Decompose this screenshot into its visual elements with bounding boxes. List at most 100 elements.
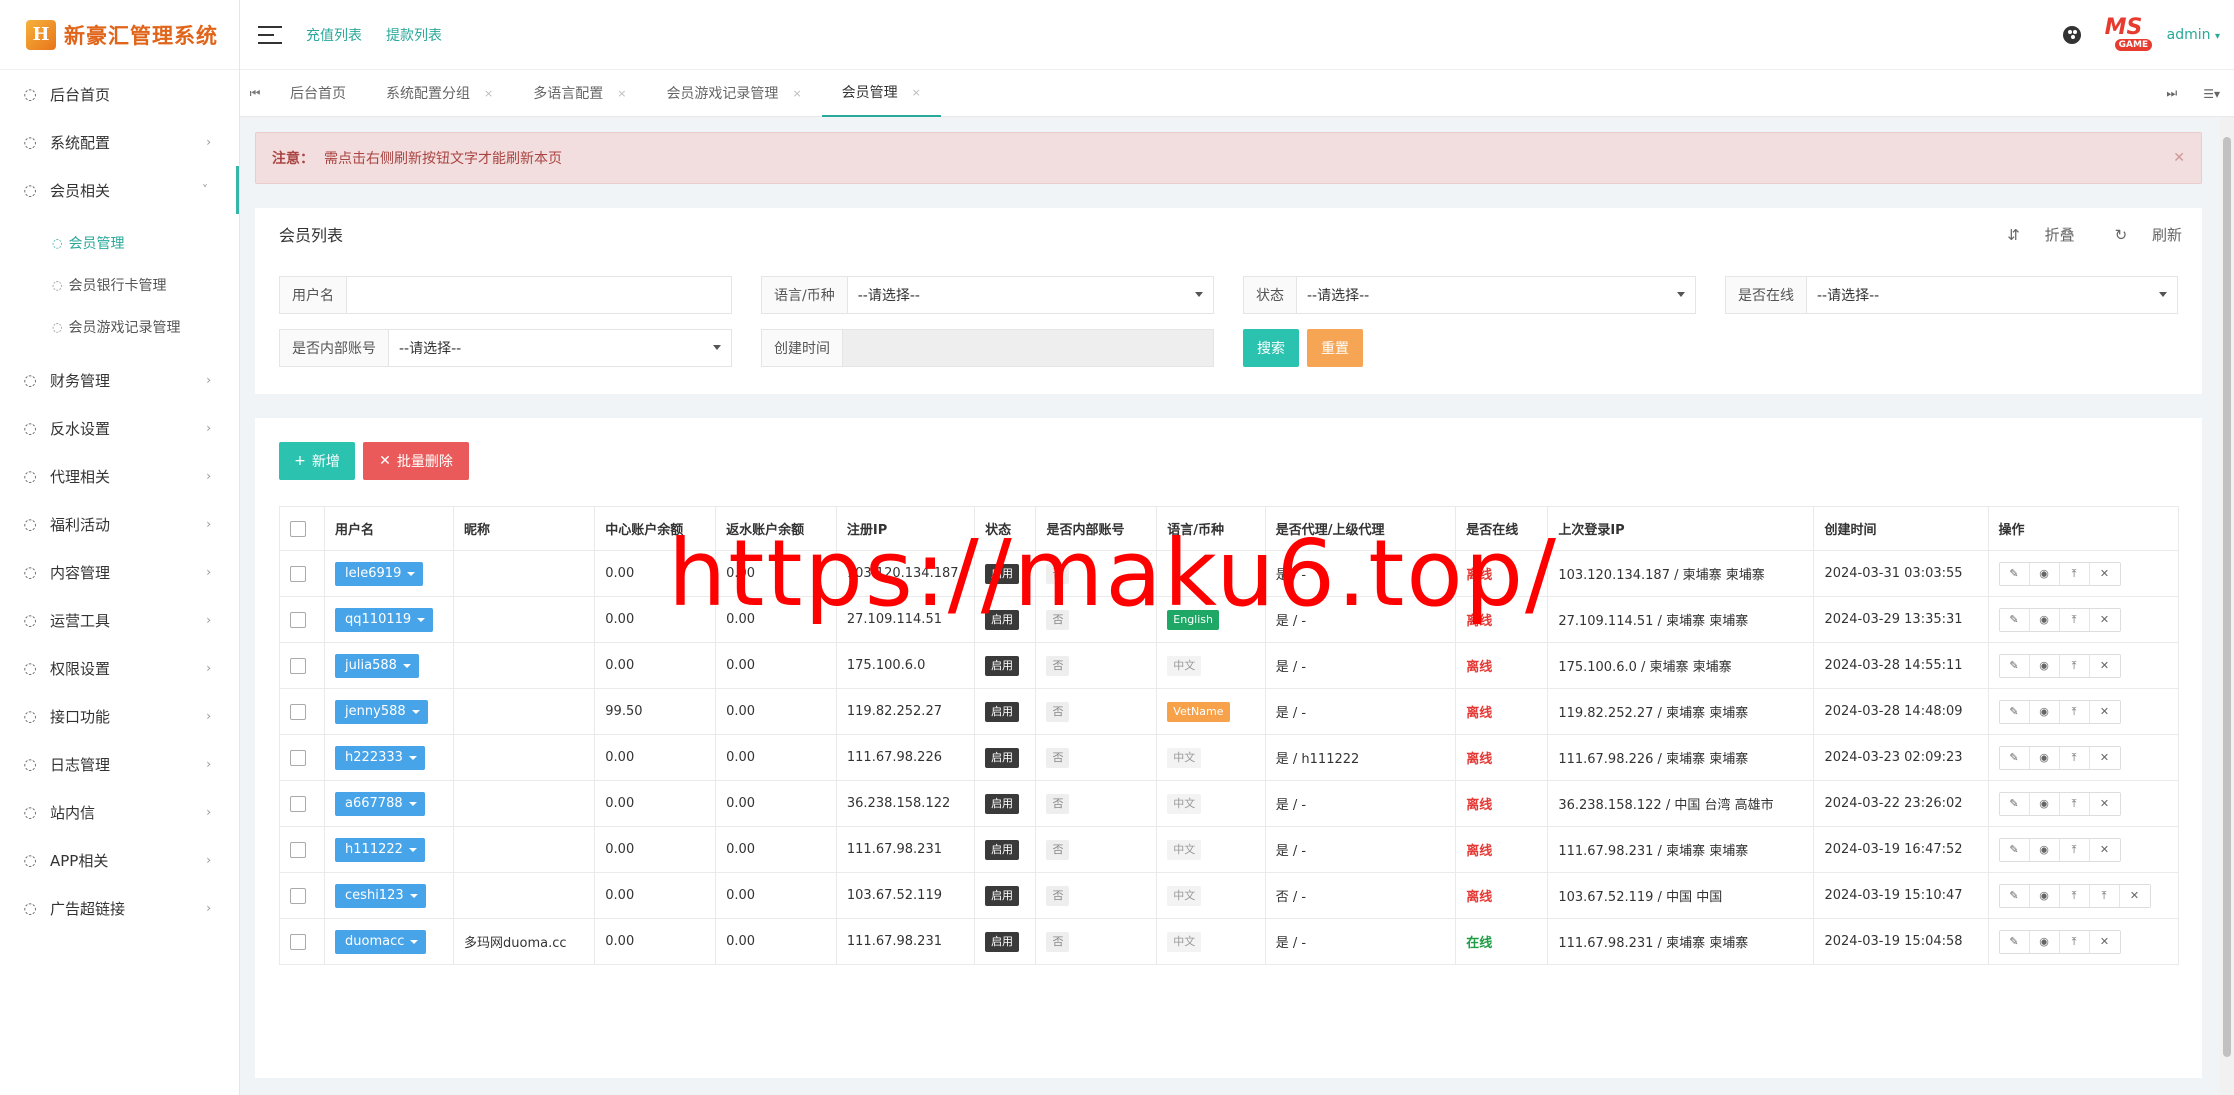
reset-button[interactable]: 重置	[1307, 329, 1363, 367]
tab-scroll-left-icon[interactable]: ⏮	[240, 86, 270, 101]
edit-icon[interactable]: ✎	[1999, 884, 2030, 907]
username-dropdown-button[interactable]: julia588	[335, 653, 419, 678]
pin-top-icon[interactable]: ⤒	[2059, 608, 2090, 631]
sidebar-item[interactable]: ◌ 接口功能 ›	[0, 692, 239, 740]
delete-icon[interactable]: ✕	[2089, 792, 2120, 815]
username-dropdown-button[interactable]: h111222	[335, 837, 425, 862]
app-logo[interactable]: H 新豪汇管理系统	[0, 0, 239, 70]
refresh-button[interactable]: ↻ 刷新	[2095, 224, 2182, 245]
row-checkbox[interactable]	[290, 657, 306, 674]
menu-toggle-icon[interactable]	[258, 25, 282, 44]
detail-icon[interactable]: ◉	[2029, 838, 2060, 861]
delete-icon[interactable]: ✕	[2089, 746, 2120, 769]
sidebar-item[interactable]: ◌ APP相关 ›	[0, 836, 239, 884]
sidebar-item[interactable]: ◌ 后台首页	[0, 70, 239, 118]
sidebar-subitem[interactable]: ◌ 会员游戏记录管理	[0, 306, 239, 348]
edit-icon[interactable]: ✎	[1999, 608, 2030, 631]
sidebar-item[interactable]: ◌ 系统配置 ›	[0, 118, 239, 166]
palette-icon[interactable]	[2062, 26, 2081, 44]
sidebar-item[interactable]: ◌ 会员相关 ˅	[0, 166, 239, 214]
select-all-checkbox[interactable]	[290, 520, 306, 537]
close-icon[interactable]: ×	[912, 86, 921, 99]
edit-icon[interactable]: ✎	[1999, 654, 2030, 677]
detail-icon[interactable]: ◉	[2029, 930, 2060, 953]
delete-icon[interactable]: ✕	[2089, 608, 2120, 631]
pin-top-icon[interactable]: ⤒	[2059, 792, 2090, 815]
username-dropdown-button[interactable]: a667788	[335, 791, 425, 816]
scrollbar-thumb[interactable]	[2223, 137, 2231, 1057]
delete-icon[interactable]: ✕	[2089, 700, 2120, 723]
status-select[interactable]: --请选择--	[1297, 277, 1695, 313]
row-checkbox[interactable]	[290, 565, 306, 582]
detail-icon[interactable]: ◉	[2029, 792, 2060, 815]
detail-icon[interactable]: ◉	[2029, 884, 2060, 907]
delete-icon[interactable]: ✕	[2119, 884, 2150, 907]
close-icon[interactable]: ×	[484, 87, 493, 100]
username-dropdown-button[interactable]: qq110119	[335, 607, 434, 632]
delete-icon[interactable]: ✕	[2089, 562, 2120, 585]
pin-top-icon[interactable]: ⤒	[2059, 884, 2090, 907]
row-checkbox[interactable]	[290, 933, 306, 950]
column-header[interactable]	[278, 506, 326, 551]
tab-scroll-right-icon[interactable]: ⏭	[2166, 86, 2177, 101]
internal-account-select[interactable]: --请选择--	[389, 330, 731, 366]
collapse-button[interactable]: ⇵ 折叠	[1987, 224, 2074, 245]
detail-icon[interactable]: ◉	[2029, 746, 2060, 769]
page-scrollbar[interactable]	[2220, 117, 2234, 1095]
add-button[interactable]: + 新增	[279, 442, 355, 480]
username-dropdown-button[interactable]: duomacc	[335, 929, 427, 954]
delete-icon[interactable]: ✕	[2089, 930, 2120, 953]
search-button[interactable]: 搜索	[1243, 329, 1299, 367]
detail-icon[interactable]: ◉	[2029, 700, 2060, 723]
sidebar-item[interactable]: ◌ 权限设置 ›	[0, 644, 239, 692]
language-select[interactable]: --请选择--	[848, 277, 1213, 313]
admin-user-menu[interactable]: admin ▾	[2167, 27, 2220, 43]
recharge-list-link[interactable]: 充值列表	[306, 25, 362, 45]
detail-icon[interactable]: ◉	[2029, 654, 2060, 677]
pin-top-icon[interactable]: ⤒	[2059, 654, 2090, 677]
edit-icon[interactable]: ✎	[1999, 562, 2030, 585]
avatar[interactable]: MS GAME	[2105, 15, 2157, 55]
row-checkbox[interactable]	[290, 703, 306, 720]
pin-top-icon[interactable]: ⤒	[2059, 746, 2090, 769]
username-input[interactable]	[347, 277, 731, 313]
pin-top-icon[interactable]: ⤒	[2059, 838, 2090, 861]
username-dropdown-button[interactable]: h222333	[335, 745, 425, 770]
edit-icon[interactable]: ✎	[1999, 792, 2030, 815]
sidebar-item[interactable]: ◌ 福利活动 ›	[0, 500, 239, 548]
tab[interactable]: 多语言配置 ×	[513, 70, 646, 117]
online-select[interactable]: --请选择--	[1807, 277, 2177, 313]
edit-icon[interactable]: ✎	[1999, 930, 2030, 953]
row-checkbox[interactable]	[290, 611, 306, 628]
username-dropdown-button[interactable]: jenny588	[335, 699, 428, 724]
tab-options-icon[interactable]: ☰▾	[2203, 87, 2220, 101]
tab[interactable]: 会员管理 ×	[821, 70, 941, 117]
username-dropdown-button[interactable]: lele6919	[335, 561, 424, 586]
close-icon[interactable]: ✕	[2173, 150, 2185, 166]
tab[interactable]: 会员游戏记录管理 ×	[646, 70, 821, 117]
pin-top-icon[interactable]: ⤒	[2059, 930, 2090, 953]
delete-icon[interactable]: ✕	[2089, 838, 2120, 861]
detail-icon[interactable]: ◉	[2029, 608, 2060, 631]
detail-icon[interactable]: ◉	[2029, 562, 2060, 585]
batch-delete-button[interactable]: ✕ 批量删除	[363, 442, 469, 480]
pin-top-icon[interactable]: ⤒	[2089, 884, 2120, 907]
username-dropdown-button[interactable]: ceshi123	[335, 883, 426, 908]
pin-top-icon[interactable]: ⤒	[2059, 700, 2090, 723]
sidebar-item[interactable]: ◌ 运营工具 ›	[0, 596, 239, 644]
edit-icon[interactable]: ✎	[1999, 746, 2030, 769]
edit-icon[interactable]: ✎	[1999, 838, 2030, 861]
pin-top-icon[interactable]: ⤒	[2059, 562, 2090, 585]
sidebar-subitem[interactable]: ◌ 会员银行卡管理	[0, 264, 239, 306]
row-checkbox[interactable]	[290, 887, 306, 904]
sidebar-item[interactable]: ◌ 代理相关 ›	[0, 452, 239, 500]
withdraw-list-link[interactable]: 提款列表	[386, 25, 442, 45]
sidebar-item[interactable]: ◌ 广告超链接 ›	[0, 884, 239, 932]
sidebar-item[interactable]: ◌ 财务管理 ›	[0, 356, 239, 404]
row-checkbox[interactable]	[290, 841, 306, 858]
close-icon[interactable]: ×	[792, 87, 801, 100]
row-checkbox[interactable]	[290, 795, 306, 812]
tab[interactable]: 系统配置分组 ×	[366, 70, 513, 117]
delete-icon[interactable]: ✕	[2089, 654, 2120, 677]
sidebar-item[interactable]: ◌ 反水设置 ›	[0, 404, 239, 452]
